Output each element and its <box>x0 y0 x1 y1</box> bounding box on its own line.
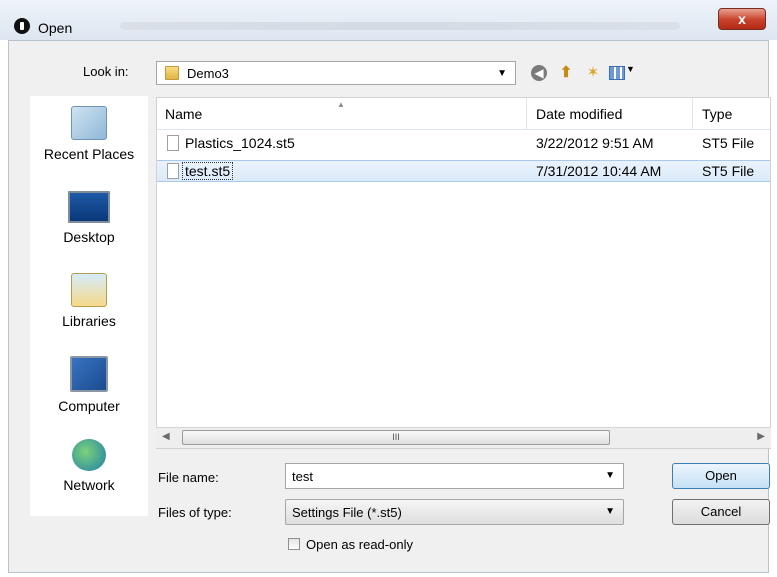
chevron-down-icon[interactable]: ▼ <box>497 68 507 79</box>
title-bar: Open x <box>0 0 777 40</box>
scroll-left-icon[interactable]: ◀ <box>162 431 170 442</box>
look-in-label: Look in: <box>83 64 129 79</box>
recent-places-icon <box>71 106 107 140</box>
place-desktop[interactable]: Desktop <box>30 191 148 245</box>
file-name-value: test <box>292 469 313 484</box>
file-type: ST5 File <box>702 135 755 151</box>
close-button[interactable]: x <box>718 8 766 30</box>
window-title: Open <box>38 20 73 36</box>
view-menu-icon[interactable] <box>609 66 625 80</box>
libraries-icon <box>71 273 107 307</box>
desktop-icon <box>68 191 110 223</box>
app-icon <box>14 18 30 34</box>
file-type: ST5 File <box>702 163 755 179</box>
network-icon <box>72 439 106 471</box>
blurred-title-area <box>120 22 680 30</box>
file-name-label: File name: <box>158 470 219 485</box>
chevron-down-icon[interactable]: ▼ <box>605 506 615 517</box>
column-header-name[interactable]: Name ▲ <box>157 98 527 129</box>
look-in-dropdown[interactable]: Demo3 ▼ <box>156 61 516 85</box>
up-folder-icon[interactable]: ⬆ <box>557 64 575 82</box>
place-label: Network <box>63 477 115 493</box>
file-type-dropdown[interactable]: Settings File (*.st5) ▼ <box>285 499 624 525</box>
scroll-thumb[interactable]: III <box>182 430 610 445</box>
place-libraries[interactable]: Libraries <box>30 273 148 329</box>
file-icon <box>167 135 179 151</box>
file-date: 3/22/2012 9:51 AM <box>536 135 654 151</box>
scroll-right-icon[interactable]: ▶ <box>757 431 765 442</box>
place-network[interactable]: Network <box>30 439 148 493</box>
view-menu-arrow-icon[interactable]: ▼ <box>626 64 635 74</box>
place-label: Desktop <box>63 229 115 245</box>
column-header-date[interactable]: Date modified <box>528 98 693 129</box>
file-type-value: Settings File (*.st5) <box>292 505 402 520</box>
look-in-value: Demo3 <box>187 66 229 81</box>
sort-arrow-icon: ▲ <box>337 100 345 109</box>
computer-icon <box>70 356 108 392</box>
column-name-label: Name <box>165 106 203 122</box>
file-type-label: Files of type: <box>158 505 232 520</box>
back-icon[interactable]: ◀ <box>531 65 547 81</box>
file-name: test.st5 <box>181 162 234 180</box>
places-bar: Recent Places Desktop Libraries Computer… <box>30 96 148 516</box>
new-folder-icon[interactable]: ✶ <box>584 64 602 82</box>
list-header: Name ▲ Date modified Type <box>157 98 770 130</box>
place-computer[interactable]: Computer <box>30 356 148 414</box>
column-header-type[interactable]: Type <box>694 98 770 129</box>
file-name: Plastics_1024.st5 <box>185 135 295 151</box>
chevron-down-icon[interactable]: ▼ <box>605 470 615 481</box>
horizontal-scrollbar[interactable]: ◀ III ▶ <box>156 427 771 448</box>
file-name-input[interactable]: test ▼ <box>285 463 624 489</box>
place-label: Libraries <box>62 313 116 329</box>
place-recent-places[interactable]: Recent Places <box>30 106 148 162</box>
place-label: Recent Places <box>43 146 135 162</box>
file-row[interactable]: Plastics_1024.st5 3/22/2012 9:51 AM ST5 … <box>157 133 770 155</box>
cancel-button[interactable]: Cancel <box>672 499 770 525</box>
place-label: Computer <box>58 398 120 414</box>
readonly-label: Open as read-only <box>306 537 413 552</box>
folder-icon <box>165 66 179 80</box>
open-button[interactable]: Open <box>672 463 770 489</box>
file-icon <box>167 163 179 179</box>
readonly-checkbox[interactable] <box>288 538 300 550</box>
file-date: 7/31/2012 10:44 AM <box>536 163 662 179</box>
file-row-selected[interactable]: test.st5 7/31/2012 10:44 AM ST5 File <box>157 160 770 182</box>
file-list[interactable]: Name ▲ Date modified Type Plastics_1024.… <box>156 97 771 449</box>
